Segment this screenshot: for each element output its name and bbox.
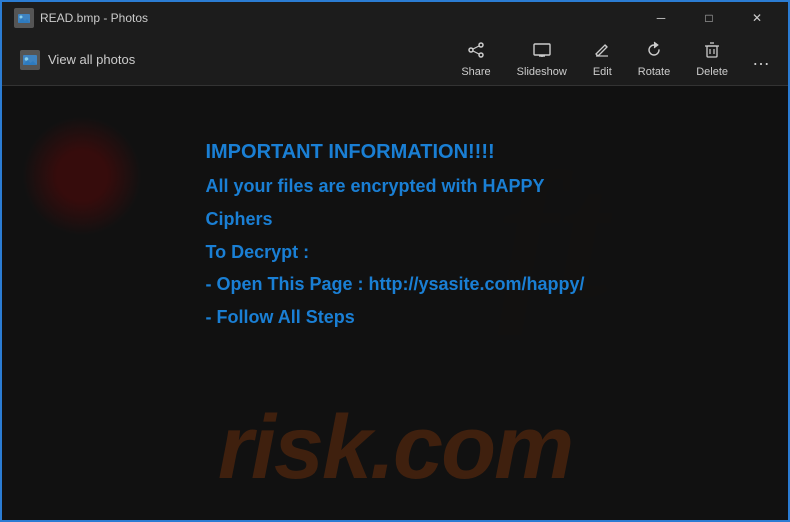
minimize-button[interactable]: ─ — [638, 2, 684, 34]
ransom-line-5: - Open This Page : http://ysasite.com/ha… — [205, 270, 584, 299]
slideshow-icon — [533, 41, 551, 63]
ransom-line-4: To Decrypt : — [205, 238, 584, 267]
maximize-button[interactable]: □ — [686, 2, 732, 34]
more-options-button[interactable]: … — [742, 41, 780, 78]
share-icon — [467, 41, 485, 63]
rotate-label: Rotate — [638, 66, 670, 78]
app-icon — [14, 8, 34, 28]
share-label: Share — [461, 66, 490, 78]
slideshow-button[interactable]: Slideshow — [505, 36, 579, 83]
toolbar-actions: Share Slideshow — [449, 36, 780, 83]
edit-button[interactable]: Edit — [581, 36, 624, 83]
rotate-button[interactable]: Rotate — [626, 36, 682, 83]
ransom-note: IMPORTANT INFORMATION!!!! All your files… — [145, 116, 644, 356]
titlebar: READ.bmp - Photos ─ □ ✕ — [2, 2, 788, 34]
edit-icon — [593, 41, 611, 63]
delete-button[interactable]: Delete — [684, 36, 740, 83]
watermark: risk.com — [218, 397, 572, 500]
ransom-line-3: Ciphers — [205, 205, 584, 234]
toolbar: View all photos Share — [2, 34, 788, 86]
ransom-line-6: - Follow All Steps — [205, 303, 584, 332]
rotate-icon — [645, 41, 663, 63]
titlebar-left: READ.bmp - Photos — [14, 8, 148, 28]
image-viewer: ft IMPORTANT INFORMATION!!!! All your fi… — [2, 86, 788, 520]
toolbar-left: View all photos — [10, 44, 145, 76]
window-controls: ─ □ ✕ — [638, 2, 780, 34]
background-decor-circle — [22, 116, 142, 236]
slideshow-label: Slideshow — [517, 66, 567, 78]
ransom-line-2: All your files are encrypted with HAPPY — [205, 172, 584, 201]
window-title: READ.bmp - Photos — [40, 11, 148, 25]
share-button[interactable]: Share — [449, 36, 502, 83]
view-all-photos-button[interactable]: View all photos — [10, 44, 145, 76]
delete-label: Delete — [696, 66, 728, 78]
view-all-photos-label: View all photos — [48, 52, 135, 67]
ransom-line-1: IMPORTANT INFORMATION!!!! — [205, 136, 584, 168]
app-window: READ.bmp - Photos ─ □ ✕ View all photos — [0, 0, 790, 522]
edit-label: Edit — [593, 66, 612, 78]
close-button[interactable]: ✕ — [734, 2, 780, 34]
photos-icon — [20, 50, 40, 70]
delete-icon — [703, 41, 721, 63]
